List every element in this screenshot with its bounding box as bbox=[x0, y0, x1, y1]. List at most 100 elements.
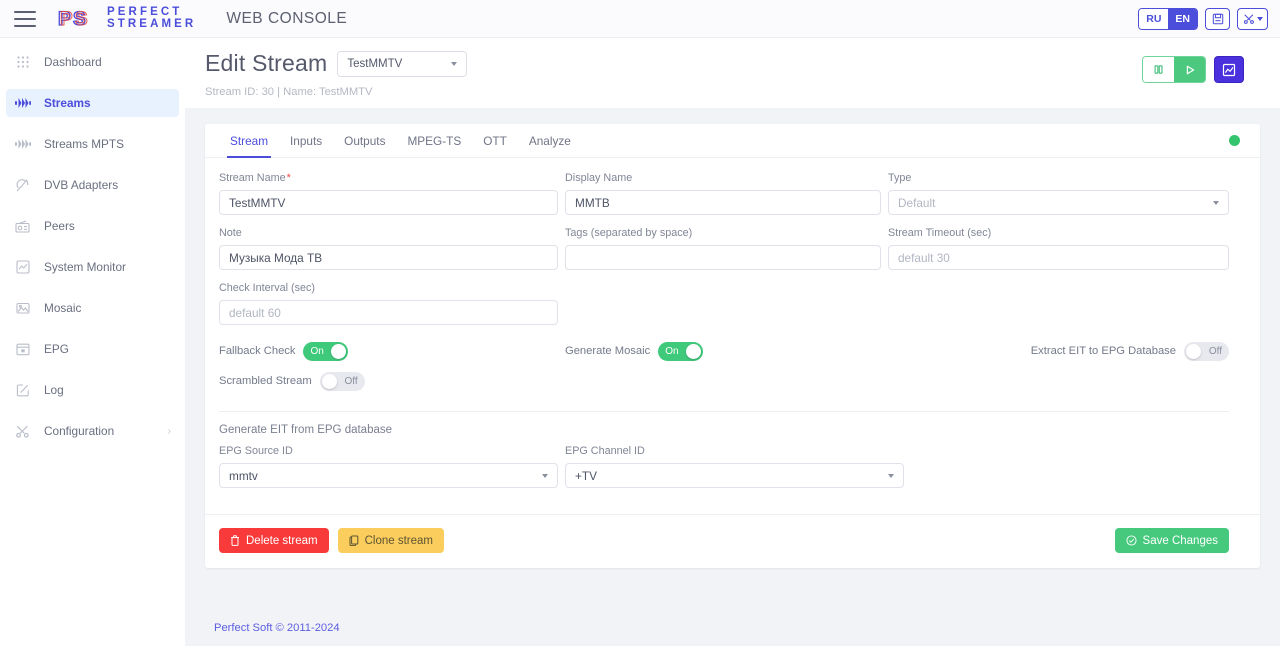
chart-icon[interactable] bbox=[1214, 56, 1244, 83]
calendar-icon bbox=[14, 341, 31, 358]
page-header-actions bbox=[1142, 50, 1244, 83]
sidebar-item-system-monitor[interactable]: System Monitor bbox=[6, 253, 179, 281]
sidebar-item-label: Mosaic bbox=[44, 301, 81, 315]
clone-stream-button[interactable]: Clone stream bbox=[338, 528, 444, 553]
play-icon[interactable] bbox=[1174, 57, 1205, 82]
footer-copyright-link[interactable]: Perfect Soft © 2011-2024 bbox=[214, 622, 340, 634]
floppy-disk-icon[interactable] bbox=[1205, 8, 1230, 30]
epg-source-select[interactable]: mmtv bbox=[219, 463, 558, 488]
toggle-knob bbox=[1186, 344, 1201, 359]
save-changes-label: Save Changes bbox=[1143, 535, 1218, 547]
section-divider bbox=[219, 411, 1229, 412]
epg-channel-label: EPG Channel ID bbox=[565, 445, 1229, 458]
sidebar: Dashboard Streams bbox=[0, 38, 185, 646]
toggle-state-text: Off bbox=[1209, 346, 1222, 357]
page-subtitle: Stream ID: 30 | Name: TestMMTV bbox=[205, 86, 467, 98]
form-row-2: Note Музыка Мода ТВ Tags (separated by s… bbox=[219, 227, 1229, 282]
lang-en-button[interactable]: EN bbox=[1168, 9, 1197, 29]
card-footer-actions: Delete stream Clone stream bbox=[205, 514, 1260, 568]
lang-ru-button[interactable]: RU bbox=[1139, 9, 1168, 29]
sidebar-item-label: Streams MPTS bbox=[44, 137, 124, 151]
stream-timeout-input[interactable]: default 30 bbox=[888, 245, 1229, 270]
type-label: Type bbox=[888, 172, 1229, 185]
extract-eit-toggle[interactable]: Off bbox=[1184, 342, 1229, 361]
stream-form: Stream Name* TestMMTV Display Name MMTB … bbox=[205, 158, 1260, 500]
tab-analyze[interactable]: Analyze bbox=[518, 124, 582, 158]
required-marker: * bbox=[287, 172, 291, 184]
svg-text:P: P bbox=[60, 9, 73, 30]
toggles-row-1: Fallback Check On Generate Mosaic On bbox=[219, 339, 1229, 367]
edit-stream-card: Stream Inputs Outputs MPEG-TS OTT Analyz… bbox=[205, 124, 1260, 568]
sidebar-item-configuration[interactable]: Configuration › bbox=[6, 417, 179, 445]
save-changes-button[interactable]: Save Changes bbox=[1115, 528, 1229, 553]
delete-stream-button[interactable]: Delete stream bbox=[219, 528, 329, 553]
content-area: Stream Inputs Outputs MPEG-TS OTT Analyz… bbox=[185, 108, 1280, 610]
generate-mosaic-label: Generate Mosaic bbox=[565, 345, 650, 357]
stream-selector-value: TestMMTV bbox=[347, 58, 402, 70]
pause-icon[interactable] bbox=[1143, 57, 1174, 82]
field-epg-channel-id: EPG Channel ID +TV bbox=[565, 445, 1229, 488]
tab-stream[interactable]: Stream bbox=[219, 124, 279, 158]
page-title: Edit Stream bbox=[205, 50, 327, 77]
sidebar-item-peers[interactable]: Peers bbox=[6, 212, 179, 240]
epg-source-label: EPG Source ID bbox=[219, 445, 558, 458]
body-row: Dashboard Streams bbox=[0, 38, 1280, 646]
sidebar-item-label: Log bbox=[44, 383, 64, 397]
page-title-row: Edit Stream TestMMTV bbox=[205, 50, 467, 77]
epg-section-title: Generate EIT from EPG database bbox=[219, 424, 1229, 436]
satellite-dish-icon bbox=[14, 177, 31, 194]
form-row-1: Stream Name* TestMMTV Display Name MMTB … bbox=[219, 172, 1229, 227]
radio-icon bbox=[14, 218, 31, 235]
epg-channel-value: +TV bbox=[575, 469, 597, 483]
toggles-row-2: Scrambled Stream Off bbox=[219, 369, 1229, 397]
tags-input[interactable] bbox=[565, 245, 881, 270]
scrambled-stream-label: Scrambled Stream bbox=[219, 375, 312, 387]
sidebar-item-log[interactable]: Log bbox=[6, 376, 179, 404]
stream-name-input[interactable]: TestMMTV bbox=[219, 190, 558, 215]
check-interval-input[interactable]: default 60 bbox=[219, 300, 558, 325]
fallback-check-toggle[interactable]: On bbox=[303, 342, 348, 361]
scrambled-stream-toggle[interactable]: Off bbox=[320, 372, 365, 391]
sidebar-item-epg[interactable]: EPG bbox=[6, 335, 179, 363]
display-name-input[interactable]: MMTB bbox=[565, 190, 881, 215]
tab-outputs[interactable]: Outputs bbox=[333, 124, 396, 158]
toggle-knob bbox=[322, 374, 337, 389]
field-display-name: Display Name MMTB bbox=[565, 172, 881, 215]
page-footer: Perfect Soft © 2011-2024 bbox=[205, 610, 1260, 646]
stream-selector-dropdown[interactable]: TestMMTV bbox=[337, 51, 467, 77]
page-footer-wrap: Perfect Soft © 2011-2024 bbox=[185, 610, 1280, 646]
field-tags: Tags (separated by space) bbox=[565, 227, 881, 270]
tab-mpeg-ts[interactable]: MPEG-TS bbox=[396, 124, 472, 158]
grid-dots-icon bbox=[14, 54, 31, 71]
field-stream-name: Stream Name* TestMMTV bbox=[219, 172, 558, 215]
tab-inputs[interactable]: Inputs bbox=[279, 124, 333, 158]
trash-icon bbox=[230, 535, 240, 546]
note-input[interactable]: Музыка Мода ТВ bbox=[219, 245, 558, 270]
sidebar-item-streams[interactable]: Streams bbox=[6, 89, 179, 117]
clone-stream-label: Clone stream bbox=[365, 535, 433, 547]
stream-timeout-label: Stream Timeout (sec) bbox=[888, 227, 1229, 240]
sidebar-item-dashboard[interactable]: Dashboard bbox=[6, 48, 179, 76]
generate-mosaic-toggle[interactable]: On bbox=[658, 342, 703, 361]
sidebar-item-streams-mpts[interactable]: Streams MPTS bbox=[6, 130, 179, 158]
scrambled-stream-row: Scrambled Stream Off bbox=[219, 369, 558, 393]
logo-text-line1: PERFECT bbox=[107, 7, 196, 19]
tools-icon[interactable] bbox=[1237, 8, 1268, 30]
sidebar-item-label: Dashboard bbox=[44, 55, 102, 69]
equalizer-icon bbox=[14, 95, 31, 112]
sidebar-item-dvb-adapters[interactable]: DVB Adapters bbox=[6, 171, 179, 199]
hamburger-menu-icon[interactable] bbox=[14, 11, 36, 27]
tab-ott[interactable]: OTT bbox=[472, 124, 518, 158]
epg-channel-select[interactable]: +TV bbox=[565, 463, 904, 488]
playback-button-group bbox=[1142, 56, 1206, 83]
pencil-square-icon bbox=[14, 382, 31, 399]
image-icon bbox=[14, 300, 31, 317]
chevron-down-icon bbox=[1257, 17, 1263, 21]
note-label: Note bbox=[219, 227, 558, 240]
sidebar-item-mosaic[interactable]: Mosaic bbox=[6, 294, 179, 322]
type-select[interactable]: Default bbox=[888, 190, 1229, 215]
tools-icon bbox=[14, 423, 31, 440]
sidebar-nav-list: Dashboard Streams bbox=[0, 44, 185, 445]
toggle-knob bbox=[331, 344, 346, 359]
form-row-3: Check Interval (sec) default 60 bbox=[219, 282, 1229, 337]
